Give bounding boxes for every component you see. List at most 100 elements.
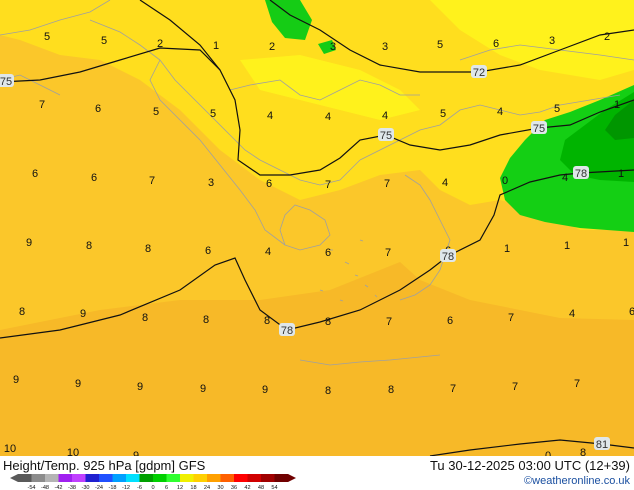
temperature-label: 7 <box>450 383 456 395</box>
temperature-label: 6 <box>266 178 272 190</box>
temperature-label: 7 <box>149 175 155 187</box>
temperature-label: 3 <box>549 35 555 47</box>
temperature-label: 8 <box>142 312 148 324</box>
legend-tick-label: -54 <box>27 485 35 490</box>
legend-color-swatch <box>139 474 154 482</box>
temperature-label: 4 <box>569 308 575 320</box>
legend-color-swatch <box>274 474 289 482</box>
legend-tick-label: 18 <box>190 485 196 490</box>
temperature-label: 9 <box>80 308 86 320</box>
contour-label: 78 <box>440 249 456 263</box>
contour-label: 75 <box>531 121 547 135</box>
temperature-label: 5 <box>44 31 50 43</box>
legend-tick-label: -42 <box>54 485 62 490</box>
legend-tick-label: 0 <box>151 485 154 490</box>
temperature-label: 5 <box>101 35 107 47</box>
temperature-label: 1 <box>213 40 219 52</box>
legend-tick-label: -38 <box>68 485 76 490</box>
temperature-label: 6 <box>447 315 453 327</box>
legend-tick-label: 6 <box>165 485 168 490</box>
legend-color-swatch <box>153 474 167 482</box>
contour-label: 81 <box>594 437 610 451</box>
temperature-label: 9 <box>137 381 143 393</box>
temperature-label: 6 <box>493 38 499 50</box>
temperature-label: 6 <box>95 103 101 115</box>
contour-label: 72 <box>471 65 487 79</box>
legend-color-swatch <box>207 474 221 482</box>
svg-text:75: 75 <box>380 130 392 142</box>
temperature-label: 8 <box>145 243 151 255</box>
temperature-label: 9 <box>262 384 268 396</box>
temperature-label: 4 <box>382 110 388 122</box>
temperature-label: 2 <box>604 31 610 43</box>
temperature-label: 7 <box>512 381 518 393</box>
temperature-label: 5 <box>554 103 560 115</box>
contour-label: 78 <box>573 166 589 180</box>
legend-right-arrow <box>288 474 296 482</box>
temperature-label: 2 <box>157 38 163 50</box>
legend-color-swatch <box>45 474 59 482</box>
temperature-label: 9 <box>26 237 32 249</box>
legend-color-swatch <box>99 474 113 482</box>
svg-text:75: 75 <box>533 123 545 135</box>
legend-color-swatch <box>166 474 181 482</box>
legend-color-swatch <box>126 474 140 482</box>
temperature-label: 7 <box>508 312 514 324</box>
temperature-label: 3 <box>208 177 214 189</box>
map-canvas: 5 5 2 1 2 3 3 5 6 3 2 7 6 5 5 4 4 4 5 4 5 1 6 6 7 3 6 7 7 4 0 4 1 9 8 8 6 4 6 7… <box>0 0 634 456</box>
weather-map: 5 5 2 1 2 3 3 5 6 3 2 7 6 5 5 4 4 4 5 4 5 1 6 6 7 3 6 7 7 4 0 4 1 9 8 8 6 4 6 7… <box>0 0 634 456</box>
temperature-label: 7 <box>39 99 45 111</box>
contour-label: 75 <box>378 128 394 142</box>
temperature-label: 9 <box>13 374 19 386</box>
temperature-label: 7 <box>385 247 391 259</box>
valid-time: Tu 30-12-2025 03:00 UTC (12+39) <box>429 458 630 473</box>
legend-tick-label: 42 <box>244 485 250 490</box>
temperature-label: 4 <box>497 106 503 118</box>
temperature-label: 2 <box>269 41 275 53</box>
temperature-label: 8 <box>325 385 331 397</box>
temperature-label: 5 <box>437 39 443 51</box>
temperature-label: 5 <box>153 106 159 118</box>
temperature-label: 8 <box>388 384 394 396</box>
legend-tick-label: -24 <box>95 485 103 490</box>
legend-color-swatch <box>58 474 73 482</box>
temperature-label: 10 <box>4 443 16 455</box>
contour-label: 78 <box>279 323 295 337</box>
temperature-label: 9 <box>75 378 81 390</box>
legend-tick-label: -48 <box>41 485 49 490</box>
temperature-label: 7 <box>325 179 331 191</box>
legend-tick-label: -30 <box>81 485 89 490</box>
legend-color-swatch <box>220 474 235 482</box>
temperature-label: 1 <box>618 168 624 180</box>
legend-color-swatch <box>72 474 86 482</box>
legend-left-arrow <box>10 474 18 482</box>
temperature-label: 4 <box>265 246 271 258</box>
temperature-label: 4 <box>562 172 568 184</box>
temperature-label: 8 <box>203 314 209 326</box>
legend-tick-label: 12 <box>177 485 183 490</box>
legend-tick-label: -12 <box>122 485 130 490</box>
temperature-label: 6 <box>629 306 634 318</box>
temperature-label: 1 <box>564 240 570 252</box>
temperature-label: 4 <box>442 177 448 189</box>
legend-color-swatch <box>193 474 208 482</box>
legend-color-swatch <box>247 474 262 482</box>
svg-text:72: 72 <box>473 67 485 79</box>
temperature-label: 8 <box>19 306 25 318</box>
temperature-label: 7 <box>386 316 392 328</box>
temperature-label: 6 <box>32 168 38 180</box>
temperature-label: 1 <box>614 99 620 111</box>
temperature-label: 9 <box>200 383 206 395</box>
legend-color-swatch <box>18 474 32 482</box>
temperature-label: 8 <box>86 240 92 252</box>
contour-label: 75 <box>0 74 14 88</box>
color-scale-legend: -54 -48 -42 -38 -30 -24 -18 -12 -6 0 6 12 18 24 30 36 42… <box>10 474 296 490</box>
legend-tick-label: 36 <box>231 485 237 490</box>
legend-tick-label: -18 <box>108 485 116 490</box>
legend-color-swatch <box>31 474 46 482</box>
temperature-label: 4 <box>267 110 273 122</box>
svg-text:78: 78 <box>575 168 587 180</box>
credit-link[interactable]: ©weatheronline.co.uk <box>524 475 630 487</box>
legend-tick-label: 30 <box>217 485 223 490</box>
legend-color-swatch <box>261 474 275 482</box>
